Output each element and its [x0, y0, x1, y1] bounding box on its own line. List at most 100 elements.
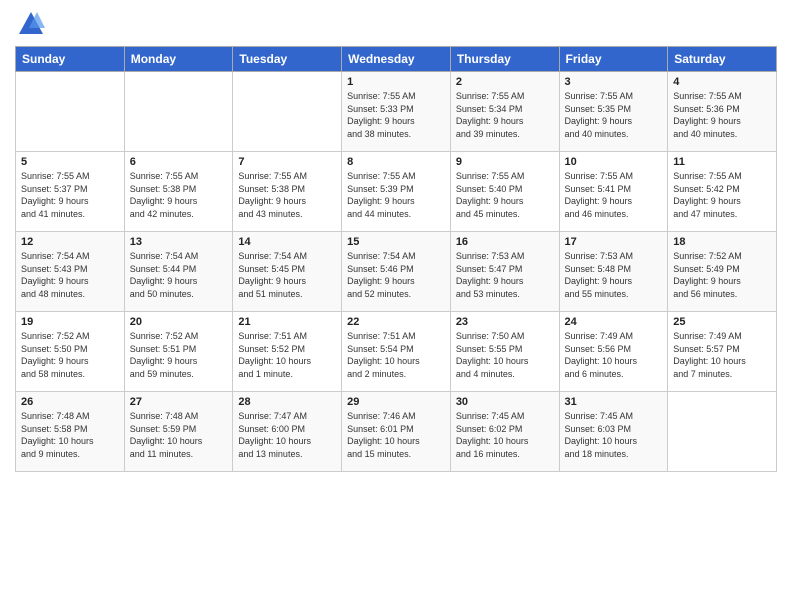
cell-info: Sunrise: 7:55 AM Sunset: 5:37 PM Dayligh… — [21, 170, 119, 220]
weekday-header: Monday — [124, 47, 233, 72]
weekday-header: Sunday — [16, 47, 125, 72]
day-number: 5 — [21, 156, 119, 168]
day-number: 16 — [456, 236, 554, 248]
cell-info: Sunrise: 7:55 AM Sunset: 5:42 PM Dayligh… — [673, 170, 771, 220]
day-number: 6 — [130, 156, 228, 168]
calendar-cell — [668, 392, 777, 472]
day-number: 23 — [456, 316, 554, 328]
day-number: 14 — [238, 236, 336, 248]
cell-info: Sunrise: 7:48 AM Sunset: 5:59 PM Dayligh… — [130, 410, 228, 460]
day-number: 13 — [130, 236, 228, 248]
weekday-header: Tuesday — [233, 47, 342, 72]
calendar-cell: 7 Sunrise: 7:55 AM Sunset: 5:38 PM Daylig… — [233, 152, 342, 232]
cell-info: Sunrise: 7:53 AM Sunset: 5:47 PM Dayligh… — [456, 250, 554, 300]
cell-info: Sunrise: 7:47 AM Sunset: 6:00 PM Dayligh… — [238, 410, 336, 460]
calendar-cell: 13 Sunrise: 7:54 AM Sunset: 5:44 PM Dayli… — [124, 232, 233, 312]
day-number: 11 — [673, 156, 771, 168]
week-row: 19 Sunrise: 7:52 AM Sunset: 5:50 PM Dayli… — [16, 312, 777, 392]
cell-info: Sunrise: 7:53 AM Sunset: 5:48 PM Dayligh… — [565, 250, 663, 300]
logo — [15, 10, 45, 38]
calendar-cell: 9 Sunrise: 7:55 AM Sunset: 5:40 PM Daylig… — [450, 152, 559, 232]
calendar-cell: 19 Sunrise: 7:52 AM Sunset: 5:50 PM Dayli… — [16, 312, 125, 392]
day-number: 31 — [565, 396, 663, 408]
calendar-cell: 22 Sunrise: 7:51 AM Sunset: 5:54 PM Dayli… — [342, 312, 451, 392]
calendar-cell — [16, 72, 125, 152]
cell-info: Sunrise: 7:52 AM Sunset: 5:51 PM Dayligh… — [130, 330, 228, 380]
day-number: 2 — [456, 76, 554, 88]
calendar-cell: 25Sunrise: 7:49 AM Sunset: 5:57 PM Dayli… — [668, 312, 777, 392]
weekday-header-row: SundayMondayTuesdayWednesdayThursdayFrid… — [16, 47, 777, 72]
cell-info: Sunrise: 7:48 AM Sunset: 5:58 PM Dayligh… — [21, 410, 119, 460]
calendar-cell: 6 Sunrise: 7:55 AM Sunset: 5:38 PM Daylig… — [124, 152, 233, 232]
day-number: 25 — [673, 316, 771, 328]
cell-info: Sunrise: 7:52 AM Sunset: 5:49 PM Dayligh… — [673, 250, 771, 300]
calendar-cell: 12Sunrise: 7:54 AM Sunset: 5:43 PM Dayli… — [16, 232, 125, 312]
day-number: 17 — [565, 236, 663, 248]
weekday-header: Friday — [559, 47, 668, 72]
day-number: 1 — [347, 76, 445, 88]
calendar-cell: 18Sunrise: 7:52 AM Sunset: 5:49 PM Dayli… — [668, 232, 777, 312]
cell-info: Sunrise: 7:55 AM Sunset: 5:38 PM Dayligh… — [238, 170, 336, 220]
calendar-cell — [233, 72, 342, 152]
calendar-cell: 16 Sunrise: 7:53 AM Sunset: 5:47 PM Dayli… — [450, 232, 559, 312]
day-number: 20 — [130, 316, 228, 328]
day-number: 26 — [21, 396, 119, 408]
cell-info: Sunrise: 7:51 AM Sunset: 5:54 PM Dayligh… — [347, 330, 445, 380]
calendar-cell: 8Sunrise: 7:55 AM Sunset: 5:39 PM Daylig… — [342, 152, 451, 232]
cell-info: Sunrise: 7:54 AM Sunset: 5:44 PM Dayligh… — [130, 250, 228, 300]
cell-info: Sunrise: 7:55 AM Sunset: 5:36 PM Dayligh… — [673, 90, 771, 140]
logo-icon — [17, 10, 45, 38]
week-row: 26 Sunrise: 7:48 AM Sunset: 5:58 PM Dayli… — [16, 392, 777, 472]
calendar-cell: 21 Sunrise: 7:51 AM Sunset: 5:52 PM Dayli… — [233, 312, 342, 392]
cell-info: Sunrise: 7:55 AM Sunset: 5:41 PM Dayligh… — [565, 170, 663, 220]
weekday-header: Thursday — [450, 47, 559, 72]
day-number: 9 — [456, 156, 554, 168]
cell-info: Sunrise: 7:46 AM Sunset: 6:01 PM Dayligh… — [347, 410, 445, 460]
calendar-cell: 23 Sunrise: 7:50 AM Sunset: 5:55 PM Dayli… — [450, 312, 559, 392]
calendar: SundayMondayTuesdayWednesdayThursdayFrid… — [15, 46, 777, 472]
calendar-cell: 27 Sunrise: 7:48 AM Sunset: 5:59 PM Dayli… — [124, 392, 233, 472]
day-number: 7 — [238, 156, 336, 168]
calendar-cell: 3Sunrise: 7:55 AM Sunset: 5:35 PM Daylig… — [559, 72, 668, 152]
calendar-cell — [124, 72, 233, 152]
day-number: 15 — [347, 236, 445, 248]
calendar-cell: 17 Sunrise: 7:53 AM Sunset: 5:48 PM Dayli… — [559, 232, 668, 312]
header — [15, 10, 777, 38]
weekday-header: Saturday — [668, 47, 777, 72]
day-number: 4 — [673, 76, 771, 88]
calendar-cell: 24Sunrise: 7:49 AM Sunset: 5:56 PM Dayli… — [559, 312, 668, 392]
cell-info: Sunrise: 7:55 AM Sunset: 5:34 PM Dayligh… — [456, 90, 554, 140]
day-number: 28 — [238, 396, 336, 408]
calendar-cell: 14 Sunrise: 7:54 AM Sunset: 5:45 PM Dayli… — [233, 232, 342, 312]
cell-info: Sunrise: 7:55 AM Sunset: 5:33 PM Dayligh… — [347, 90, 445, 140]
calendar-cell: 10 Sunrise: 7:55 AM Sunset: 5:41 PM Dayli… — [559, 152, 668, 232]
cell-info: Sunrise: 7:51 AM Sunset: 5:52 PM Dayligh… — [238, 330, 336, 380]
calendar-cell: 28 Sunrise: 7:47 AM Sunset: 6:00 PM Dayli… — [233, 392, 342, 472]
calendar-cell: 15 Sunrise: 7:54 AM Sunset: 5:46 PM Dayli… — [342, 232, 451, 312]
week-row: 5 Sunrise: 7:55 AM Sunset: 5:37 PM Daylig… — [16, 152, 777, 232]
day-number: 27 — [130, 396, 228, 408]
cell-info: Sunrise: 7:45 AM Sunset: 6:02 PM Dayligh… — [456, 410, 554, 460]
cell-info: Sunrise: 7:55 AM Sunset: 5:35 PM Dayligh… — [565, 90, 663, 140]
page: SundayMondayTuesdayWednesdayThursdayFrid… — [0, 0, 792, 612]
day-number: 22 — [347, 316, 445, 328]
day-number: 21 — [238, 316, 336, 328]
weekday-header: Wednesday — [342, 47, 451, 72]
cell-info: Sunrise: 7:50 AM Sunset: 5:55 PM Dayligh… — [456, 330, 554, 380]
calendar-cell: 26 Sunrise: 7:48 AM Sunset: 5:58 PM Dayli… — [16, 392, 125, 472]
cell-info: Sunrise: 7:54 AM Sunset: 5:46 PM Dayligh… — [347, 250, 445, 300]
calendar-cell: 31Sunrise: 7:45 AM Sunset: 6:03 PM Dayli… — [559, 392, 668, 472]
cell-info: Sunrise: 7:55 AM Sunset: 5:40 PM Dayligh… — [456, 170, 554, 220]
cell-info: Sunrise: 7:55 AM Sunset: 5:38 PM Dayligh… — [130, 170, 228, 220]
cell-info: Sunrise: 7:52 AM Sunset: 5:50 PM Dayligh… — [21, 330, 119, 380]
day-number: 30 — [456, 396, 554, 408]
week-row: 1 Sunrise: 7:55 AM Sunset: 5:33 PM Daylig… — [16, 72, 777, 152]
week-row: 12Sunrise: 7:54 AM Sunset: 5:43 PM Dayli… — [16, 232, 777, 312]
cell-info: Sunrise: 7:54 AM Sunset: 5:45 PM Dayligh… — [238, 250, 336, 300]
calendar-cell: 29Sunrise: 7:46 AM Sunset: 6:01 PM Dayli… — [342, 392, 451, 472]
calendar-cell: 1 Sunrise: 7:55 AM Sunset: 5:33 PM Daylig… — [342, 72, 451, 152]
calendar-cell: 4 Sunrise: 7:55 AM Sunset: 5:36 PM Daylig… — [668, 72, 777, 152]
day-number: 19 — [21, 316, 119, 328]
calendar-cell: 11 Sunrise: 7:55 AM Sunset: 5:42 PM Dayli… — [668, 152, 777, 232]
day-number: 10 — [565, 156, 663, 168]
